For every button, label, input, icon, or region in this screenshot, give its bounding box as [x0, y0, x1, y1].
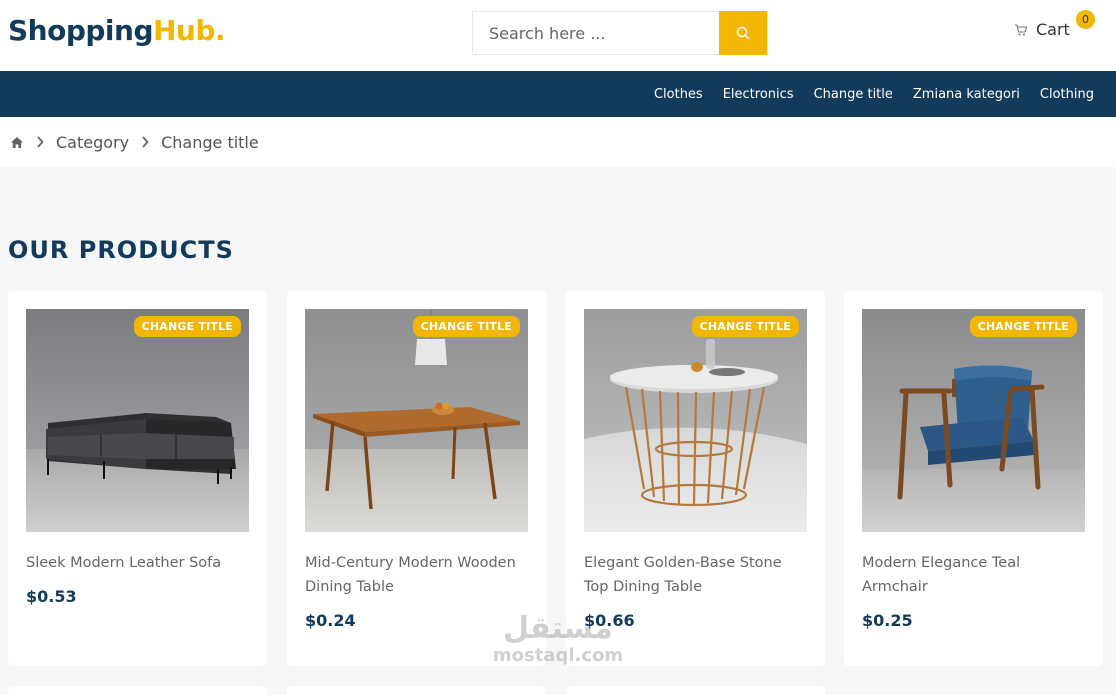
product-image-armchair[interactable]: CHANGE TITLE	[862, 309, 1085, 532]
nav-item-clothes[interactable]: Clothes	[654, 87, 703, 102]
brand-logo[interactable]: ShoppingHub.	[8, 14, 226, 47]
product-name[interactable]: Elegant Golden-Base Stone Top Dining Tab…	[584, 551, 809, 599]
product-card[interactable]: CHANGE TITLE Elegant Golden-Base Stone T…	[566, 291, 825, 666]
product-card[interactable]: CHANGE TITLE Sleek Modern Leather Sofa $…	[8, 291, 267, 666]
product-badge: CHANGE TITLE	[969, 316, 1077, 337]
brand-name-accent: Hub.	[153, 14, 226, 47]
product-card[interactable]: CHANGE TITLE Mid-Century Modern Wooden D…	[287, 291, 546, 666]
search-input[interactable]	[473, 12, 720, 54]
product-image-stone-table[interactable]: CHANGE TITLE	[584, 309, 807, 532]
product-card-partial	[8, 686, 267, 695]
breadcrumb: Category Change title	[0, 117, 1116, 167]
brand-name: Shopping	[8, 14, 154, 47]
cart-label: Cart	[1036, 20, 1070, 39]
site-header: ShoppingHub. Cart 0	[0, 0, 1116, 71]
category-nav: Clothes Electronics Change title Zmiana …	[0, 71, 1116, 117]
product-price: $0.24	[305, 611, 356, 630]
cart-button[interactable]: Cart 0	[1014, 10, 1095, 39]
watermark: مستقل mostaql.com	[488, 612, 628, 666]
watermark-arabic: مستقل	[503, 611, 613, 646]
breadcrumb-current: Change title	[161, 132, 259, 152]
watermark-latin: mostaql.com	[492, 645, 624, 666]
product-card-partial	[287, 686, 546, 695]
nav-item-zmiana-kategori[interactable]: Zmiana kategori	[913, 87, 1020, 102]
home-icon[interactable]	[10, 136, 24, 149]
product-badge: CHANGE TITLE	[133, 316, 241, 337]
nav-item-electronics[interactable]: Electronics	[723, 87, 794, 102]
cart-icon	[1015, 23, 1028, 35]
product-name[interactable]: Modern Elegance Teal Armchair	[862, 551, 1087, 599]
product-name[interactable]: Sleek Modern Leather Sofa	[26, 551, 251, 575]
chevron-right-icon	[36, 136, 44, 148]
product-badge: CHANGE TITLE	[691, 316, 799, 337]
search-bar	[472, 11, 768, 55]
breadcrumb-category[interactable]: Category	[56, 133, 129, 152]
product-card[interactable]: CHANGE TITLE Modern Elegance Teal Armcha…	[844, 291, 1103, 666]
product-image-sofa[interactable]: CHANGE TITLE	[26, 309, 249, 532]
chevron-right-icon	[141, 136, 149, 148]
product-badge: CHANGE TITLE	[412, 316, 520, 337]
product-price: $0.25	[862, 611, 913, 630]
product-image-dining-table[interactable]: CHANGE TITLE	[305, 309, 528, 532]
section-title: OUR PRODUCTS	[8, 236, 234, 264]
product-card-partial	[566, 686, 825, 695]
cart-count-badge: 0	[1076, 10, 1095, 29]
search-button[interactable]	[719, 11, 767, 55]
nav-item-clothing[interactable]: Clothing	[1040, 87, 1094, 102]
search-icon	[736, 26, 750, 40]
product-name[interactable]: Mid-Century Modern Wooden Dining Table	[305, 551, 530, 599]
nav-item-change-title[interactable]: Change title	[814, 87, 893, 102]
product-price: $0.53	[26, 587, 77, 606]
